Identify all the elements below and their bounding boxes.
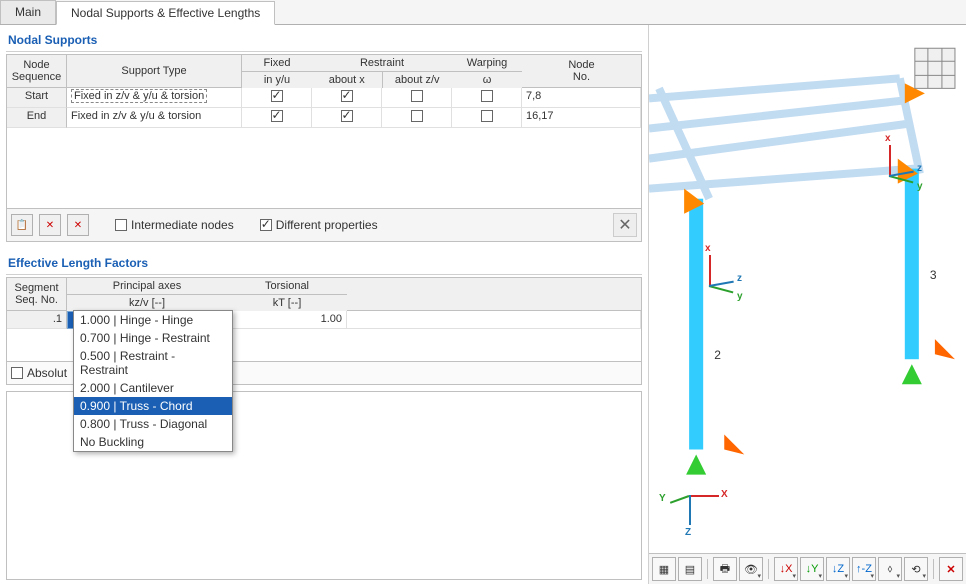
view-iso-button[interactable]: ⬨▾ — [878, 557, 902, 581]
tool-delete-all-button[interactable]: ✕ — [67, 214, 89, 236]
checkbox-icon[interactable] — [411, 90, 423, 102]
row-seq: End — [7, 108, 67, 128]
cell-warp[interactable] — [452, 108, 522, 128]
cell-warp[interactable] — [452, 88, 522, 108]
cell-node: 7,8 — [522, 88, 641, 108]
view-mode-1-button[interactable]: ▦ — [652, 557, 676, 581]
cell-rzv[interactable] — [382, 88, 452, 108]
col-kt: kT [--] — [227, 295, 347, 311]
dropdown-option[interactable]: 0.500 | Restraint - Restraint — [74, 347, 232, 379]
col-kzv: kz/v [--] — [67, 295, 227, 311]
dropdown-option[interactable]: 0.800 | Truss - Diagonal — [74, 415, 232, 433]
tool-delete-row-button[interactable]: ✕ — [39, 214, 61, 236]
cell-rx[interactable] — [312, 108, 382, 128]
absolute-label: Absolut — [27, 366, 67, 380]
checkbox-icon[interactable] — [271, 90, 283, 102]
dropdown-option[interactable]: 2.000 | Cantilever — [74, 379, 232, 397]
checkbox-icon[interactable] — [11, 367, 23, 379]
dropdown-option[interactable]: 0.900 | Truss - Chord — [74, 397, 232, 415]
col-fixed-yu: in y/u — [242, 72, 312, 88]
col-restraint-zv: about z/v — [383, 72, 453, 88]
print-button[interactable]: 🖶 — [713, 557, 737, 581]
checkbox-icon[interactable] — [341, 90, 353, 102]
svg-text:2: 2 — [714, 348, 721, 362]
model-svg: 2 3 — [649, 25, 966, 553]
svg-text:3: 3 — [930, 268, 937, 282]
checkbox-icon[interactable] — [481, 110, 493, 122]
kzv-dropdown-list[interactable]: 1.000 | Hinge - Hinge 0.700 | Hinge - Re… — [73, 310, 233, 452]
view-mode-2-button[interactable]: ▤ — [678, 557, 702, 581]
left-panel: Nodal Supports NodeSequence Support Type… — [0, 25, 648, 584]
visibility-button[interactable]: 👁▾ — [739, 557, 763, 581]
viewport-toolbar: ▦ ▤ 🖶 👁▾ ↓X▾ ↓Y▾ ↓Z▾ ↑-Z▾ ⬨▾ ⟲▾ ✕ — [649, 553, 966, 584]
different-properties-check[interactable]: Different properties — [260, 218, 378, 232]
viewport-3d[interactable]: 2 3 x y z — [649, 25, 966, 553]
intermediate-label: Intermediate nodes — [131, 218, 234, 232]
col-segment: SegmentSeq. No. — [14, 282, 58, 306]
cell-rzv[interactable] — [382, 108, 452, 128]
kt-value[interactable]: 1.00 — [227, 311, 347, 329]
table-row[interactable]: Start Fixed in z/v & y/u & torsion 7,8 — [7, 88, 641, 108]
seg-no: .1 — [7, 311, 67, 329]
col-restraint: Restraint — [312, 55, 452, 72]
view-x-button[interactable]: ↓X▾ — [774, 557, 798, 581]
supports-footer: 📋 ✕ ✕ Intermediate nodes Different prope… — [6, 209, 642, 242]
cell-fixed[interactable] — [242, 88, 312, 108]
dropdown-option[interactable]: No Buckling — [74, 433, 232, 451]
right-panel: 2 3 x y z — [648, 25, 966, 584]
col-torsional: Torsional — [227, 278, 347, 295]
tab-bar: Main Nodal Supports & Effective Lengths — [0, 0, 966, 25]
row-type[interactable]: Fixed in z/v & y/u & torsion — [67, 88, 242, 108]
cell-node: 16,17 — [522, 108, 641, 128]
col-restraint-x: about x — [312, 72, 383, 88]
tool-copy-button[interactable]: 📋 — [11, 214, 33, 236]
dropdown-option[interactable]: 0.700 | Hinge - Restraint — [74, 329, 232, 347]
row-seq: Start — [7, 88, 67, 108]
cell-rx[interactable] — [312, 88, 382, 108]
nodal-supports-grid: NodeSequence Support Type Fixed in y/u R… — [6, 54, 642, 209]
checkbox-icon[interactable] — [411, 110, 423, 122]
grid-header: NodeSequence Support Type Fixed in y/u R… — [7, 55, 641, 88]
tab-main[interactable]: Main — [0, 0, 56, 24]
col-node-sequence: NodeSequence — [12, 59, 62, 83]
eff-title: Effective Length Factors — [6, 252, 642, 275]
view-y-button[interactable]: ↓Y▾ — [800, 557, 824, 581]
nodal-supports-title: Nodal Supports — [6, 29, 642, 52]
col-node-no: NodeNo. — [568, 59, 594, 83]
col-support-type: Support Type — [67, 55, 242, 88]
checkbox-icon[interactable] — [260, 219, 272, 231]
dropdown-option[interactable]: 1.000 | Hinge - Hinge — [74, 311, 232, 329]
checkbox-icon[interactable] — [271, 110, 283, 122]
tab-nodal-supports[interactable]: Nodal Supports & Effective Lengths — [56, 1, 275, 25]
checkbox-icon[interactable] — [481, 90, 493, 102]
view-z-button[interactable]: ↓Z▾ — [826, 557, 850, 581]
grid-body: Start Fixed in z/v & y/u & torsion 7,8 E… — [7, 88, 641, 208]
intermediate-nodes-check[interactable]: Intermediate nodes — [115, 218, 234, 232]
col-warping: Warping — [452, 55, 522, 72]
col-fixed: Fixed — [242, 55, 312, 72]
col-principal: Principal axes — [67, 278, 227, 295]
col-warping-omega: ω — [452, 72, 522, 88]
close-icon[interactable]: ✕ — [613, 213, 637, 237]
view-negz-button[interactable]: ↑-Z▾ — [852, 557, 876, 581]
table-row[interactable]: End Fixed in z/v & y/u & torsion 16,17 — [7, 108, 641, 128]
cell-fixed[interactable] — [242, 108, 312, 128]
reset-view-button[interactable]: ✕ — [939, 557, 963, 581]
view-free-button[interactable]: ⟲▾ — [904, 557, 928, 581]
different-label: Different properties — [276, 218, 378, 232]
row-type[interactable]: Fixed in z/v & y/u & torsion — [67, 108, 242, 128]
eff-section: Effective Length Factors SegmentSeq. No.… — [6, 252, 642, 385]
checkbox-icon[interactable] — [341, 110, 353, 122]
checkbox-icon[interactable] — [115, 219, 127, 231]
